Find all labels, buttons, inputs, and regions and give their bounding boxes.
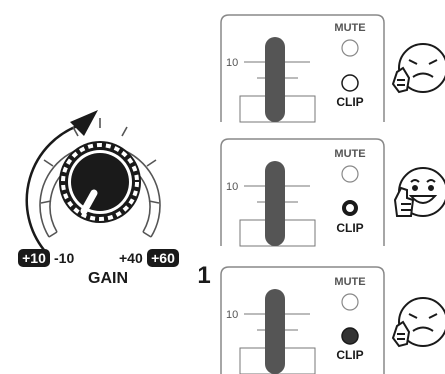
smile-face-icon	[393, 167, 445, 217]
rotation-arrow-head	[70, 110, 98, 136]
frown-face-icon	[391, 43, 445, 94]
clip-led	[342, 200, 358, 216]
mute-led[interactable]	[341, 39, 359, 57]
gain-diagram: +10 -10 +40 +60 GAIN 1 10 MUTE CLIP 10 M…	[18, 14, 445, 374]
channel-panel-3: 10 MUTE CLIP	[220, 266, 385, 374]
scale-label: 10	[226, 309, 238, 321]
clip-led	[341, 327, 359, 345]
tick-right-text: +40	[119, 250, 143, 266]
channel-panel-1: 10 MUTE CLIP	[220, 14, 385, 123]
fader-slot	[265, 37, 285, 122]
badge-left-text: +10	[22, 250, 46, 266]
mute-label: MUTE	[334, 22, 365, 34]
mute-label: MUTE	[334, 148, 365, 160]
step-number: 1	[197, 262, 210, 289]
clip-led	[341, 74, 359, 92]
gain-knob-cap	[71, 153, 129, 211]
frown-face-icon	[391, 297, 445, 348]
fader-slot	[265, 289, 285, 374]
clip-label: CLIP	[336, 348, 363, 362]
mute-label: MUTE	[334, 276, 365, 288]
mute-led[interactable]	[341, 293, 359, 311]
clip-label: CLIP	[336, 95, 363, 109]
mute-led[interactable]	[341, 165, 359, 183]
badge-right-text: +60	[151, 250, 175, 266]
channel-panel-2: 10 MUTE CLIP	[220, 138, 385, 247]
gain-knob-group	[25, 110, 161, 251]
gain-labels: +10 -10 +40 +60 GAIN	[18, 249, 179, 287]
fader-slot	[265, 161, 285, 246]
scale-label: 10	[226, 57, 238, 69]
gain-label: GAIN	[88, 270, 128, 287]
tick-left-text: -10	[54, 250, 74, 266]
clip-label: CLIP	[336, 221, 363, 235]
scale-label: 10	[226, 181, 238, 193]
